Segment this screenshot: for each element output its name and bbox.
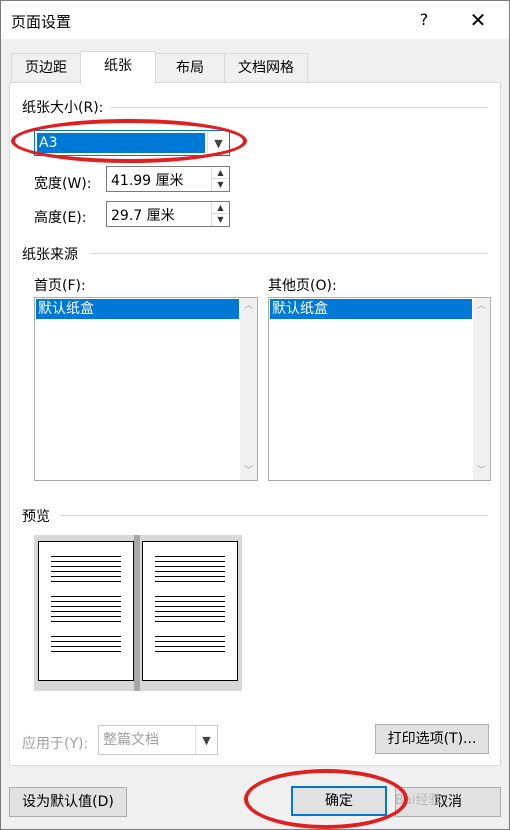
spin-up-icon[interactable]: ▲: [212, 167, 229, 179]
paper-tab-panel: 纸张大小(R): A3 ▼ 宽度(W): 41.99 厘米 ▲ ▼ 高度(E):…: [9, 82, 501, 766]
first-page-label: 首页(F):: [34, 278, 86, 294]
page-preview: [34, 535, 242, 691]
chevron-up-icon[interactable]: ︿: [240, 298, 257, 315]
height-value[interactable]: 29.7 厘米: [111, 205, 175, 225]
text-lines: [155, 556, 225, 656]
chevron-up-icon[interactable]: ︿: [473, 298, 490, 315]
set-default-button[interactable]: 设为默认值(D): [9, 787, 127, 817]
other-pages-tray-list[interactable]: 默认纸盒 ︿ ﹀: [268, 297, 491, 481]
tab-margins[interactable]: 页边距: [11, 53, 81, 83]
paper-source-label: 纸张来源: [22, 244, 82, 264]
spin-down-icon[interactable]: ▼: [212, 179, 229, 191]
tab-paper[interactable]: 纸张: [80, 51, 156, 84]
apply-to-value: 整篇文档: [103, 732, 159, 748]
width-spin-buttons: ▲ ▼: [211, 167, 229, 191]
first-page-tray-list[interactable]: 默认纸盒 ︿ ﹀: [34, 297, 258, 481]
paper-size-value: A3: [37, 133, 205, 153]
help-button[interactable]: ?: [409, 7, 439, 33]
chevron-down-icon[interactable]: ▼: [207, 131, 229, 155]
height-spin-buttons: ▲ ▼: [211, 202, 229, 226]
page-setup-dialog: 页面设置 ? ✕ 页边距 纸张 布局 文档网格 纸张大小(R): A3 ▼ 宽度…: [0, 0, 510, 830]
spin-up-icon[interactable]: ▲: [212, 202, 229, 214]
height-spinner[interactable]: 29.7 厘米 ▲ ▼: [106, 201, 230, 227]
divider: [90, 253, 488, 254]
apply-to-select: 整篇文档 ▼: [98, 725, 218, 755]
dialog-title: 页面设置: [11, 13, 72, 31]
chevron-down-icon[interactable]: ﹀: [473, 463, 490, 480]
divider: [110, 107, 488, 108]
width-value[interactable]: 41.99 厘米: [111, 170, 184, 190]
height-label: 高度(E):: [34, 210, 87, 226]
ok-button[interactable]: 确定: [291, 786, 387, 816]
paper-size-select[interactable]: A3 ▼: [34, 130, 230, 156]
close-button[interactable]: ✕: [463, 7, 493, 33]
preview-left-page: [38, 541, 134, 681]
tab-layout[interactable]: 布局: [155, 53, 225, 83]
scrollbar[interactable]: ︿ ﹀: [240, 298, 257, 480]
preview-label: 预览: [22, 506, 54, 526]
other-pages-label: 其他页(O):: [268, 278, 337, 294]
width-label: 宽度(W):: [34, 176, 92, 192]
watermark-text: Bai经验: [395, 793, 442, 808]
list-item[interactable]: 默认纸盒: [270, 299, 472, 319]
print-options-button[interactable]: 打印选项(T)...: [375, 724, 489, 754]
text-lines: [51, 556, 121, 656]
chevron-down-icon: ▼: [195, 726, 217, 754]
chevron-down-icon[interactable]: ﹀: [240, 463, 257, 480]
width-spinner[interactable]: 41.99 厘米 ▲ ▼: [106, 166, 230, 192]
tab-document-grid[interactable]: 文档网格: [224, 53, 308, 83]
divider: [60, 515, 488, 516]
spin-down-icon[interactable]: ▼: [212, 214, 229, 226]
title-bar: 页面设置 ? ✕: [1, 1, 509, 39]
preview-spine: [134, 535, 140, 691]
list-item[interactable]: 默认纸盒: [36, 299, 239, 319]
scrollbar[interactable]: ︿ ﹀: [473, 298, 490, 480]
apply-to-label: 应用于(Y):: [22, 736, 89, 752]
paper-size-label: 纸张大小(R):: [22, 97, 108, 117]
preview-right-page: [142, 541, 238, 681]
